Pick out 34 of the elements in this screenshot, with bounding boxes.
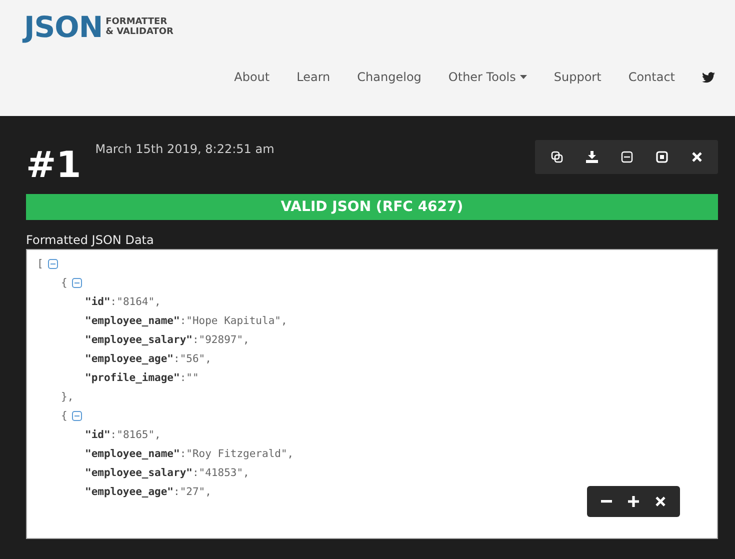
nav-link[interactable]: Learn (296, 70, 330, 84)
close-icon (690, 151, 702, 163)
json-line: "employee_name":"Hope Kapitula", (84, 314, 288, 328)
validation-banner: VALID JSON (RFC 4627) (26, 194, 718, 220)
nav-link[interactable]: Support (554, 70, 602, 84)
json-line: "employee_salary":"41853", (84, 466, 250, 480)
copy-icon (550, 151, 562, 163)
json-bracket: [ (37, 258, 44, 270)
result-number: #1 (26, 146, 82, 186)
nav-link[interactable]: Contact (628, 70, 675, 84)
timestamp: March 15th 2019, 8:22:51 am (95, 142, 276, 156)
collapse-icon[interactable] (72, 278, 82, 288)
nav-link[interactable]: About (234, 70, 270, 84)
collapse-icon (620, 151, 632, 163)
nav-dropdown[interactable]: Other Tools (448, 70, 527, 84)
json-line: "id":"8164", (84, 294, 162, 310)
collapse-icon[interactable] (72, 410, 82, 420)
json-line: "id":"8165", (84, 428, 162, 442)
json-line: "profile_image":"" (84, 370, 200, 386)
json-bracket: { (61, 276, 68, 288)
json-line: "employee_age":"27", (84, 484, 212, 500)
caret-icon (520, 75, 527, 79)
collapse-icon[interactable] (48, 258, 58, 268)
section-label: Formatted JSON Data (26, 233, 155, 247)
json-bracket: }, (61, 390, 74, 402)
nav-link[interactable]: Changelog (357, 70, 422, 84)
download-icon (586, 151, 598, 163)
fullscreen-icon (656, 151, 668, 163)
plus-icon (628, 496, 639, 507)
json-bracket: { (61, 410, 68, 422)
bird-icon[interactable] (702, 72, 715, 82)
json-line: "employee_salary":"92897", (84, 332, 250, 348)
json-line: "employee_name":"Roy Fitzgerald", (84, 446, 295, 462)
json-line: "employee_age":"56", (84, 352, 212, 366)
